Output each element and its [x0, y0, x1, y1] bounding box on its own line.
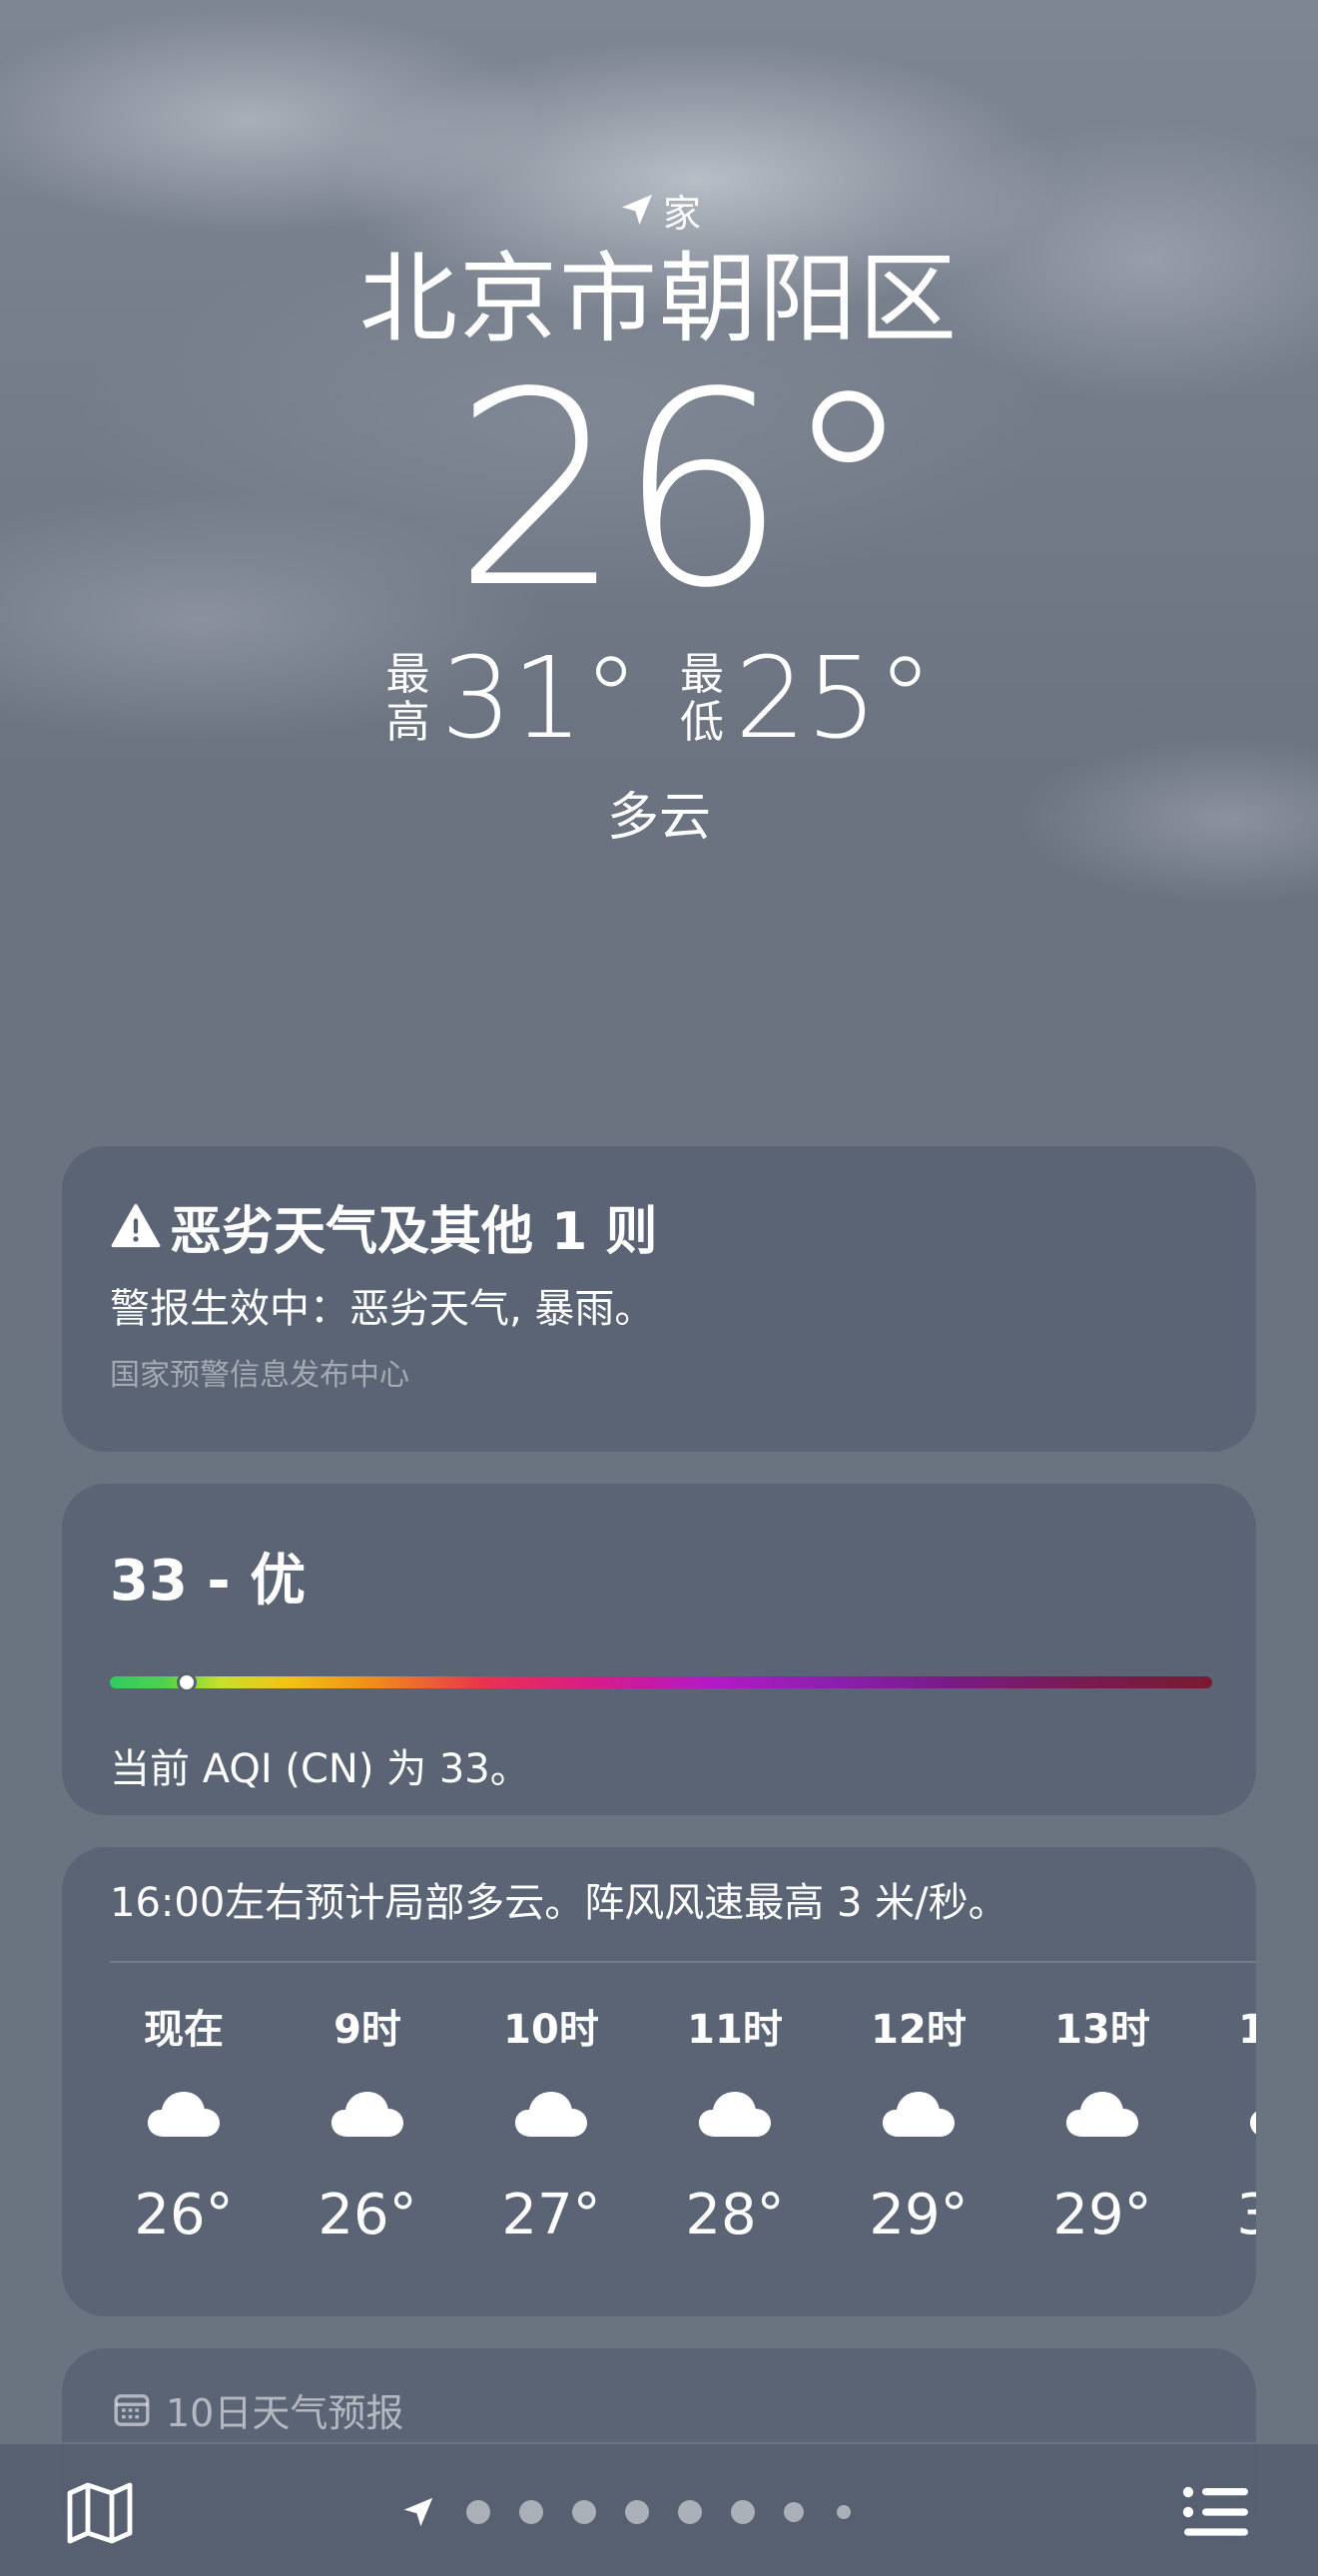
low-label-char: 低 [680, 697, 724, 748]
hour-temp: 29° [869, 2183, 969, 2248]
cloud-icon [1248, 2089, 1256, 2149]
high-label-char: 高 [385, 697, 430, 748]
hour-label: 11时 [687, 2007, 783, 2053]
cloud-icon [330, 2089, 405, 2149]
hour-temp: 27° [501, 2183, 601, 2248]
hour-temp: 30° [1236, 2183, 1256, 2248]
hour-item: 13时 29° [1010, 1997, 1194, 2248]
aqi-scale-bar [110, 1672, 1212, 1692]
hour-temp: 26° [318, 2183, 417, 2248]
page-dot[interactable] [625, 2500, 649, 2524]
low-label: 最低 [679, 651, 725, 747]
alert-source: 国家预警信息发布中心 [110, 1358, 409, 1393]
high-label-char: 最 [385, 649, 430, 700]
hour-temp: 26° [134, 2183, 234, 2248]
map-icon[interactable] [64, 2480, 136, 2546]
hour-item: 10时 27° [459, 1997, 643, 2248]
cloud-icon [697, 2089, 773, 2149]
air-quality-card[interactable]: 33 - 优 当前 AQI (CN) 为 33。 [62, 1484, 1256, 1815]
hour-label: 现在 [144, 2007, 224, 2053]
hour-label: 9时 [333, 2007, 401, 2053]
cloud-icon [881, 2089, 957, 2149]
alert-body: 警报生效中：恶劣天气, 暴雨。 [110, 1286, 655, 1332]
page-dot[interactable] [466, 2500, 490, 2524]
hour-item: 14时 30° [1194, 1997, 1256, 2248]
severe-weather-alert-card[interactable]: 恶劣天气及其他 1 则 警报生效中：恶劣天气, 暴雨。 国家预警信息发布中心 [62, 1146, 1256, 1452]
page-dot[interactable] [678, 2500, 702, 2524]
warning-icon [111, 1203, 161, 1248]
page-indicator[interactable] [399, 2488, 851, 2536]
list-icon[interactable] [1180, 2484, 1252, 2540]
divider [110, 1961, 1256, 1963]
hour-label: 10时 [503, 2007, 599, 2053]
hour-label: 12时 [871, 2007, 967, 2053]
page-dot[interactable] [837, 2505, 851, 2519]
hourly-summary: 16:00左右预计局部多云。阵风风速最高 3 米/秒。 [110, 1880, 1008, 1926]
hourly-forecast-card[interactable]: 16:00左右预计局部多云。阵风风速最高 3 米/秒。 现在 26° 9时 26° 10… [62, 1847, 1256, 2316]
forecast-title: 10日天气预报 [166, 2391, 404, 2435]
aqi-description: 当前 AQI (CN) 为 33。 [110, 1746, 530, 1792]
hour-item: 现在 26° [92, 1997, 276, 2248]
page-dot[interactable] [731, 2500, 755, 2524]
bottom-toolbar [0, 2442, 1318, 2576]
cloud-icon [146, 2089, 222, 2149]
location-arrow-icon[interactable] [399, 2493, 437, 2531]
hour-item: 9时 26° [276, 1997, 459, 2248]
location-label: 家 [662, 191, 701, 236]
hour-item: 12时 29° [827, 1997, 1010, 2248]
cloud-icon [513, 2089, 589, 2149]
hourly-list[interactable]: 现在 26° 9时 26° 10时 27° 11时 28° 12时 29° 13时 29° 14时 30° [92, 1997, 1256, 2248]
hour-item: 11时 28° [643, 1997, 827, 2248]
location-arrow-icon [621, 195, 652, 225]
high-temp-group: 最高 31° [384, 639, 639, 759]
low-temp-group: 最低 25° [679, 639, 934, 759]
high-temp: 31° [440, 634, 639, 764]
low-temp: 25° [735, 634, 934, 764]
high-label: 最高 [384, 651, 430, 747]
alert-title: 恶劣天气及其他 1 则 [170, 1201, 658, 1262]
page-dot[interactable] [519, 2500, 543, 2524]
high-low-row: 最高 31° 最低 25° [0, 639, 1318, 759]
aqi-indicator-dot [177, 1672, 198, 1692]
calendar-icon [114, 2393, 150, 2426]
low-label-char: 最 [680, 649, 724, 700]
current-temperature: 26° [452, 335, 915, 647]
hour-label: 14时 [1238, 2007, 1256, 2053]
page-dot[interactable] [572, 2500, 596, 2524]
hour-temp: 29° [1052, 2183, 1152, 2248]
page-dot[interactable] [784, 2502, 804, 2522]
hour-temp: 28° [685, 2183, 785, 2248]
aqi-title: 33 - 优 [110, 1549, 307, 1613]
forecast-title-row: 10日天气预报 [112, 2382, 1256, 2437]
condition-text: 多云 [606, 788, 711, 848]
location-label-row: 家 [0, 186, 1318, 236]
cloud-icon [1064, 2089, 1140, 2149]
alert-title-row: 恶劣天气及其他 1 则 [110, 1194, 1208, 1262]
hour-label: 13时 [1054, 2007, 1150, 2053]
